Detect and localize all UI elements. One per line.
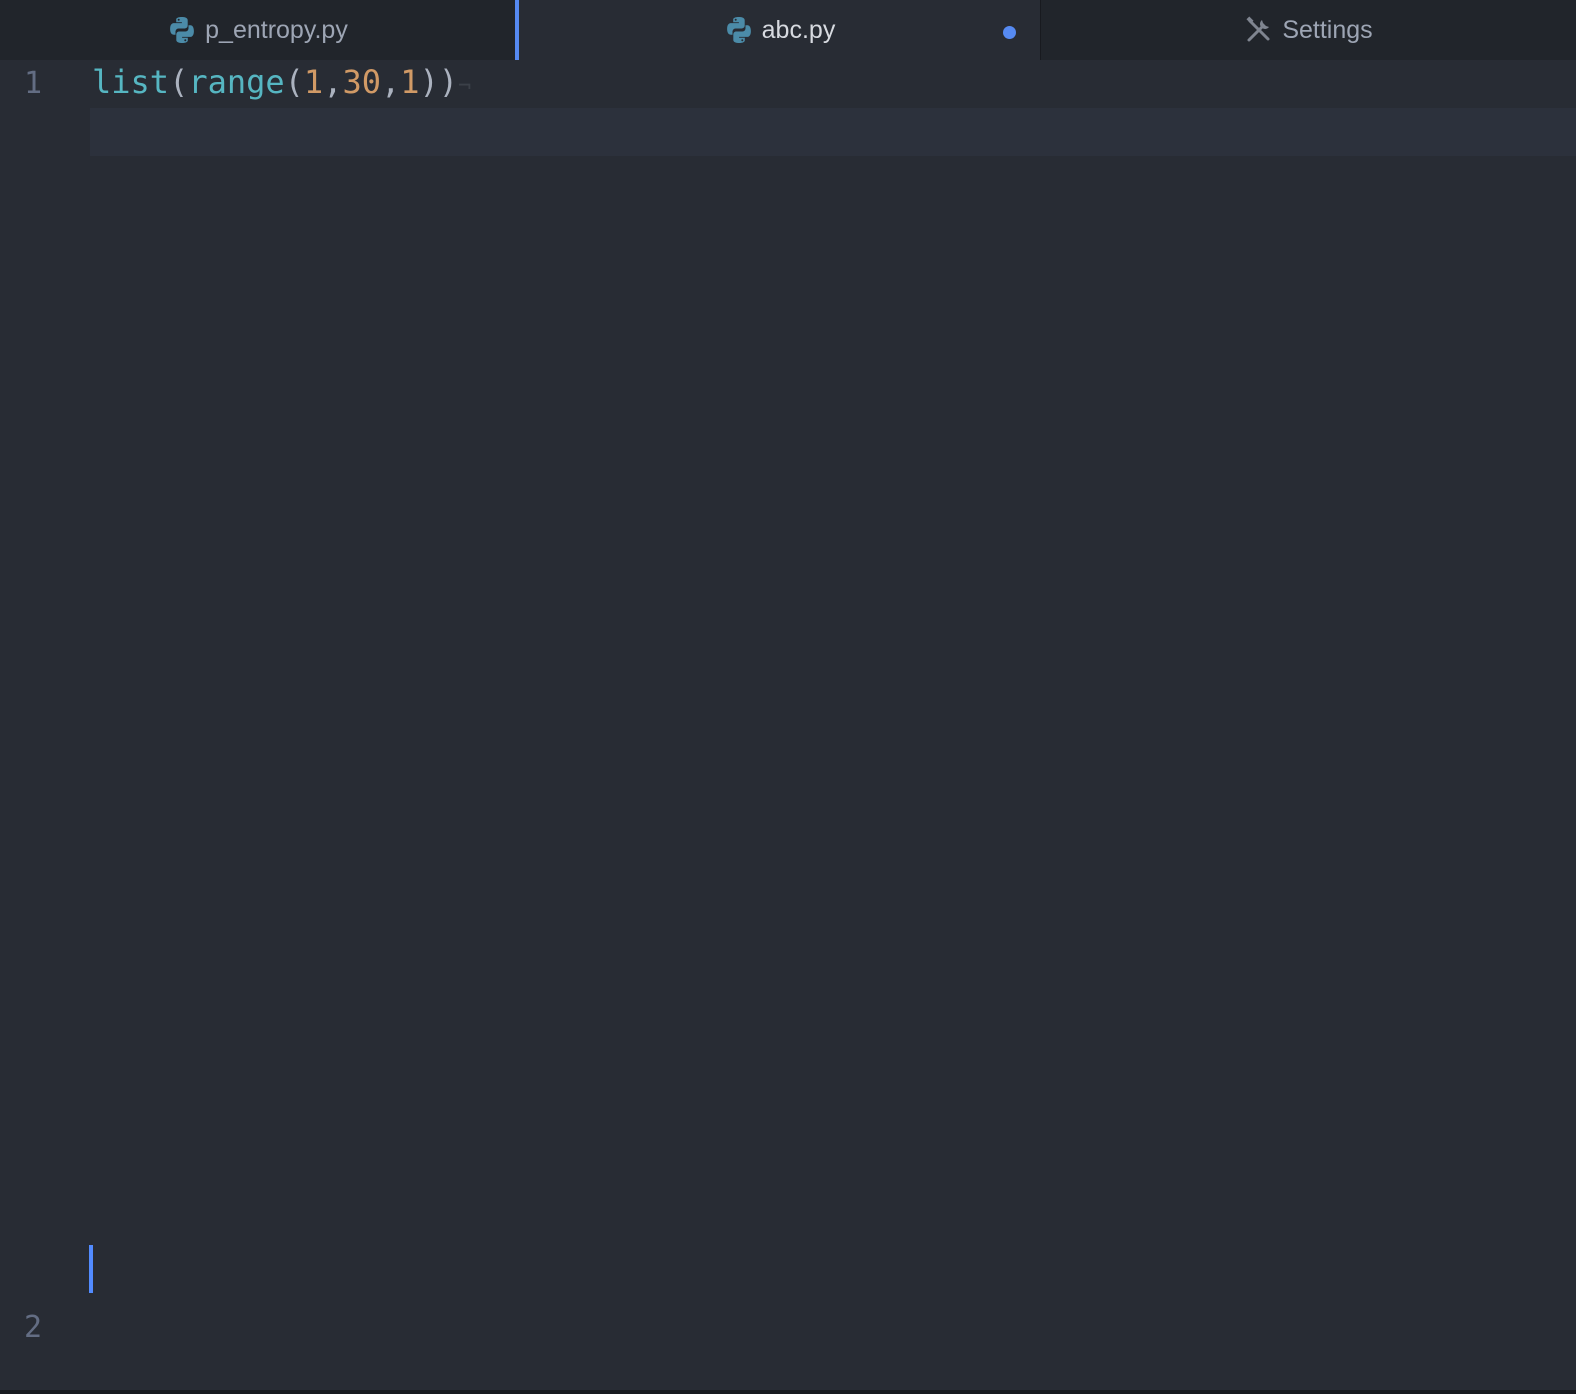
tab-abc[interactable]: abc.py xyxy=(519,0,1041,60)
code-token-function: range xyxy=(188,63,285,101)
end-of-line-marker: ¬ xyxy=(458,74,472,99)
tab-label: p_entropy.py xyxy=(205,15,348,44)
code-token-number: 30 xyxy=(342,63,381,101)
line-number: 2 xyxy=(24,1310,43,1345)
tab-label: Settings xyxy=(1282,15,1373,44)
code-token-punctuation: , xyxy=(323,63,343,101)
code-line-1[interactable]: list(range(1,30,1))¬ xyxy=(92,60,471,109)
python-icon xyxy=(724,15,754,45)
text-cursor xyxy=(89,1245,93,1293)
tab-bar: p_entropy.py abc.py Settings xyxy=(0,0,1576,60)
python-icon xyxy=(167,15,197,45)
modified-indicator[interactable] xyxy=(1003,26,1016,39)
line-number: 1 xyxy=(24,66,43,101)
highlighted-line xyxy=(90,108,1576,156)
bottom-border xyxy=(0,1390,1576,1394)
code-editor[interactable]: 1 list(range(1,30,1))¬ 2 xyxy=(0,60,1576,1390)
code-token-punctuation: ( xyxy=(284,63,304,101)
code-token-number: 1 xyxy=(303,63,324,101)
tab-settings[interactable]: Settings xyxy=(1041,0,1576,60)
tools-icon xyxy=(1244,15,1274,45)
code-token-punctuation: )) xyxy=(419,63,459,101)
code-token-function: list xyxy=(92,63,170,101)
tab-p-entropy[interactable]: p_entropy.py xyxy=(0,0,519,60)
code-token-punctuation: ( xyxy=(169,63,189,101)
code-token-number: 1 xyxy=(400,63,420,101)
tab-label: abc.py xyxy=(761,15,836,44)
code-token-punctuation: , xyxy=(380,63,401,101)
